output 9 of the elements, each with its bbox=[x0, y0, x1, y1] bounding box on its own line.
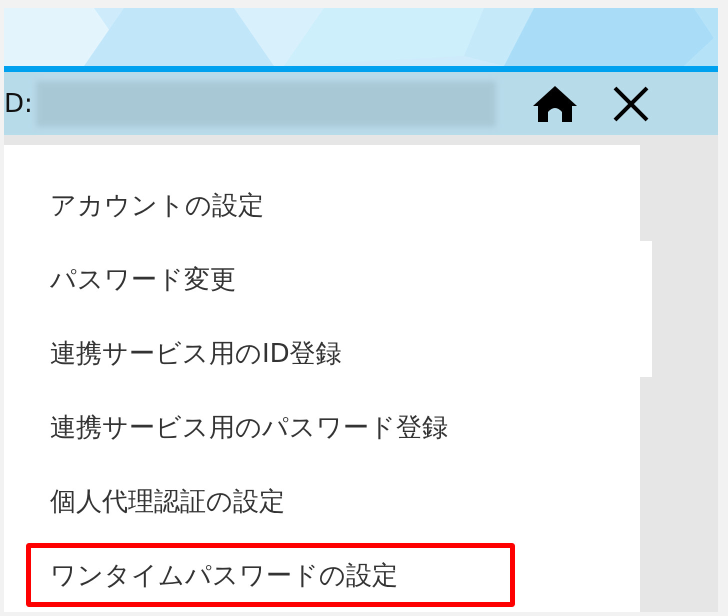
menu-item[interactable]: アカウントの設定 bbox=[26, 173, 515, 237]
menu-item[interactable]: 個人代理認証の設定 bbox=[26, 469, 515, 533]
menu-item[interactable]: ワンタイムパスワードの設定 bbox=[26, 543, 515, 607]
menu-item[interactable]: 連携サービス用のパスワード登録 bbox=[26, 395, 515, 459]
menu-item[interactable]: 連携サービス用のID登録 bbox=[26, 321, 515, 385]
close-icon[interactable] bbox=[612, 84, 650, 122]
home-icon[interactable] bbox=[532, 84, 578, 124]
menu-item[interactable]: パスワード変更 bbox=[26, 247, 515, 311]
id-label: D: bbox=[4, 88, 32, 118]
